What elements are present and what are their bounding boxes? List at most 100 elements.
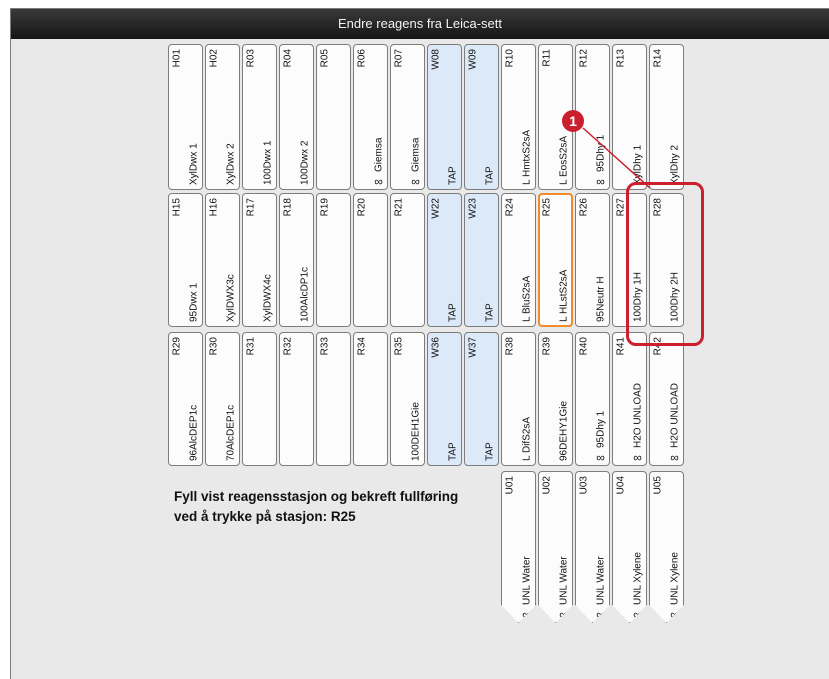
station-reagent: L BluS2sA <box>521 275 532 322</box>
station-r20[interactable]: R20 <box>353 193 388 327</box>
station-w22[interactable]: W22 TAP <box>427 193 462 327</box>
station-code: R25 <box>541 198 552 217</box>
station-r04[interactable]: R04 100Dwx 2 <box>279 44 314 190</box>
station-code: H16 <box>208 198 219 217</box>
station-r14[interactable]: R14 XylDhy 2 <box>649 44 684 190</box>
station-reagent: UNL Water <box>558 556 569 605</box>
station-reagent: 95Dhy 1 <box>595 410 606 448</box>
station-w37[interactable]: W37 TAP <box>464 332 499 466</box>
infinity-icon: ∞ <box>669 607 679 622</box>
station-w09[interactable]: W09 TAP <box>464 44 499 190</box>
infinity-icon: ∞ <box>595 174 605 189</box>
station-code: W22 <box>430 198 441 219</box>
station-r31[interactable]: R31 <box>242 332 277 466</box>
station-r03[interactable]: R03 100Dwx 1 <box>242 44 277 190</box>
station-reagent: XylDWX3c <box>225 274 236 322</box>
infinity-icon: ∞ <box>595 450 605 465</box>
station-code: W09 <box>467 49 478 70</box>
infinity-icon: ∞ <box>521 607 531 622</box>
station-w08[interactable]: W08 TAP <box>427 44 462 190</box>
unload-station-u01[interactable]: U01 UNL Water ∞ <box>501 471 536 623</box>
station-h01[interactable]: H01 XylDwx 1 <box>168 44 203 190</box>
infinity-icon: ∞ <box>669 450 679 465</box>
station-code: H01 <box>171 49 182 68</box>
infinity-icon: ∞ <box>632 450 642 465</box>
station-r17[interactable]: R17 XylDWX4c <box>242 193 277 327</box>
station-reagent: XylDhy 1 <box>632 144 643 185</box>
station-h16[interactable]: H16 XylDWX3c <box>205 193 240 327</box>
station-r39[interactable]: R39 96DEHY1Gie <box>538 332 573 466</box>
station-reagent: L EosS2sA <box>558 135 569 185</box>
station-code: R32 <box>282 337 293 356</box>
unload-station-u05[interactable]: U05 UNL Xylene ∞ <box>649 471 684 623</box>
station-reagent: UNL Water <box>521 556 532 605</box>
station-r29[interactable]: R29 96AlcDEP1c <box>168 332 203 466</box>
station-code: U01 <box>504 476 515 495</box>
station-reagent: 70AlcDEP1c <box>225 404 236 461</box>
station-reagent: Giemsa <box>410 137 421 172</box>
station-r35[interactable]: R35 100DEH1Gie <box>390 332 425 466</box>
station-r19[interactable]: R19 <box>316 193 351 327</box>
station-w36[interactable]: W36 TAP <box>427 332 462 466</box>
callout-highlight-box <box>626 182 704 346</box>
station-reagent: H2O UNLOAD <box>632 382 643 448</box>
station-r42[interactable]: R42 H2O UNLOAD ∞ <box>649 332 684 466</box>
station-code: R05 <box>319 49 330 68</box>
station-reagent: TAP <box>484 303 495 322</box>
station-code: R34 <box>356 337 367 356</box>
station-r34[interactable]: R34 <box>353 332 388 466</box>
unload-station-u02[interactable]: U02 UNL Water ∞ <box>538 471 573 623</box>
infinity-icon: ∞ <box>558 607 568 622</box>
station-code: W08 <box>430 49 441 70</box>
station-r18[interactable]: R18 100AlcDP1c <box>279 193 314 327</box>
station-reagent: L DifS2sA <box>521 416 532 461</box>
station-h02[interactable]: H02 XylDwx 2 <box>205 44 240 190</box>
station-code: R40 <box>578 337 589 356</box>
station-r25[interactable]: R25 L HLstS2sA <box>538 193 573 327</box>
station-r40[interactable]: R40 95Dhy 1 ∞ <box>575 332 610 466</box>
station-reagent: 95Neutr H <box>595 276 606 322</box>
station-r07[interactable]: R07 Giemsa ∞ <box>390 44 425 190</box>
infinity-icon: ∞ <box>632 607 642 622</box>
station-reagent: 100AlcDP1c <box>299 266 310 322</box>
station-reagent: 100Dwx 2 <box>299 140 310 185</box>
station-code: R35 <box>393 337 404 356</box>
station-r05[interactable]: R05 <box>316 44 351 190</box>
station-w23[interactable]: W23 TAP <box>464 193 499 327</box>
station-reagent: TAP <box>484 442 495 461</box>
station-reagent: 100Dwx 1 <box>262 140 273 185</box>
dialog-title: Endre reagens fra Leica-sett <box>11 9 829 39</box>
station-r26[interactable]: R26 95Neutr H <box>575 193 610 327</box>
station-r13[interactable]: R13 XylDhy 1 <box>612 44 647 190</box>
station-code: R20 <box>356 198 367 217</box>
unload-station-u04[interactable]: U04 UNL Xylene ∞ <box>612 471 647 623</box>
station-code: R41 <box>615 337 626 356</box>
station-reagent: UNL Xylene <box>669 552 680 605</box>
station-r21[interactable]: R21 <box>390 193 425 327</box>
station-code: U05 <box>652 476 663 495</box>
station-r30[interactable]: R30 70AlcDEP1c <box>205 332 240 466</box>
station-reagent: UNL Water <box>595 556 606 605</box>
station-r33[interactable]: R33 <box>316 332 351 466</box>
station-reagent: 96DEHY1Gie <box>558 400 569 461</box>
station-r24[interactable]: R24 L BluS2sA <box>501 193 536 327</box>
unload-station-u03[interactable]: U03 UNL Water ∞ <box>575 471 610 623</box>
infinity-icon: ∞ <box>595 607 605 622</box>
station-r41[interactable]: R41 H2O UNLOAD ∞ <box>612 332 647 466</box>
station-r10[interactable]: R10 L HmtxS2sA <box>501 44 536 190</box>
station-r32[interactable]: R32 <box>279 332 314 466</box>
station-code: R03 <box>245 49 256 68</box>
station-reagent: 100DEH1Gie <box>410 402 421 461</box>
station-r38[interactable]: R38 L DifS2sA <box>501 332 536 466</box>
station-reagent: L HmtxS2sA <box>521 129 532 185</box>
station-code: R27 <box>615 198 626 217</box>
station-h15[interactable]: H15 95Dwx 1 <box>168 193 203 327</box>
station-code: R18 <box>282 198 293 217</box>
station-reagent: Giemsa <box>373 137 384 172</box>
station-code: R39 <box>541 337 552 356</box>
station-r06[interactable]: R06 Giemsa ∞ <box>353 44 388 190</box>
station-code: W23 <box>467 198 478 219</box>
station-reagent: XylDwx 1 <box>188 143 199 185</box>
station-reagent: TAP <box>484 166 495 185</box>
station-code: R14 <box>652 49 663 68</box>
